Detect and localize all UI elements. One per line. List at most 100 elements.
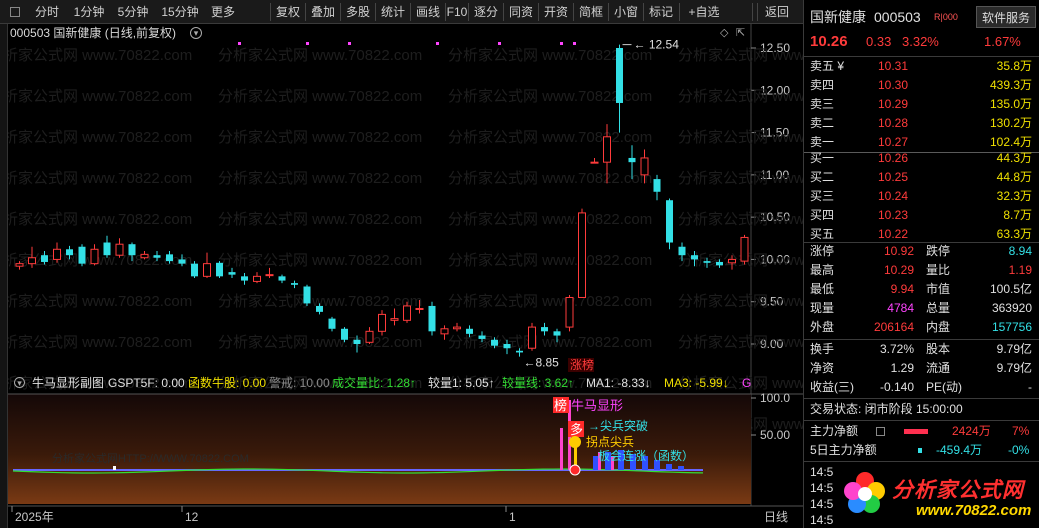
main-flow5-label: 5日主力净额: [810, 443, 877, 457]
time-axis-label: 1: [509, 510, 516, 524]
service-button[interactable]: 软件服务: [976, 6, 1036, 28]
asks-row[interactable]: 卖三 10.29 135.0万: [804, 95, 1039, 114]
toolbar-btn-6[interactable]: 逐分: [469, 0, 503, 24]
bids-row[interactable]: 买四 10.23 8.7万: [804, 206, 1039, 225]
asks-row[interactable]: 卖四 10.30 439.3万: [804, 76, 1039, 95]
watermark-text: 分析家公式网 www.70822.com: [448, 129, 652, 146]
toolbar-btn-12[interactable]: +自选: [680, 0, 728, 24]
bids-volume: 44.8万: [996, 170, 1032, 184]
ask-book: 卖五 ¥ 10.31 35.8万卖四 10.30 439.3万卖三 10.29 135.0万…: [804, 57, 1039, 152]
toolbar-btn-11[interactable]: 标记: [644, 0, 678, 24]
candle-body: [153, 255, 161, 258]
candle-body: [216, 262, 223, 277]
limit-up-badge: 涨榜: [570, 357, 594, 372]
asks-price: 10.30: [878, 78, 909, 92]
stat-value: 157756: [991, 320, 1032, 334]
toolbar-btn-13[interactable]: 返回: [758, 0, 796, 24]
tab-15min[interactable]: 15分钟: [154, 0, 206, 24]
asks-label: 卖五 ¥: [810, 59, 845, 73]
asks-volume: 439.3万: [989, 78, 1032, 92]
kline-chart-svg[interactable]: 12.5012.0011.5011.0010.5010.009.509.00分析…: [0, 24, 882, 528]
asks-label: 卖二: [810, 116, 835, 130]
checkbox-icon[interactable]: [876, 427, 885, 436]
tab-fenshi[interactable]: 分时: [28, 0, 66, 24]
watermark-text: 分析家公式网 www.70822.com: [678, 129, 803, 146]
stat-label: 外盘: [810, 320, 835, 334]
candle-body: [590, 161, 599, 164]
plus-circle-icon: [569, 464, 581, 476]
flow5-bar: [918, 448, 922, 453]
asks-row[interactable]: 卖二 10.28 130.2万: [804, 114, 1039, 133]
left-sidebar[interactable]: [0, 24, 8, 528]
stat-label: PE(动): [926, 380, 963, 394]
toolbar-btn-4[interactable]: 画线: [411, 0, 445, 24]
signal-dot: [348, 42, 351, 45]
menu-square-icon[interactable]: [10, 7, 20, 17]
tab-1min[interactable]: 1分钟: [66, 0, 112, 24]
watermark-text: 分析家公式网 www.70822.com: [8, 211, 192, 228]
watermark-text: 分析家公式网 www.70822.com: [448, 293, 652, 310]
toolbar-btn-3[interactable]: 统计: [376, 0, 410, 24]
candle-body: [453, 326, 461, 330]
time-axis-bg: [8, 506, 803, 528]
candle-body: [578, 212, 586, 298]
asks-label: 卖四: [810, 78, 835, 92]
more-button[interactable]: 更多: [206, 0, 240, 24]
candle-body: [428, 305, 436, 332]
stat-value: 8.94: [1008, 244, 1032, 258]
chevron-down-icon[interactable]: ▾: [190, 27, 202, 39]
stat-value: 10.29: [883, 263, 914, 277]
watermark-text: 分析家公式网 www.70822.com: [678, 334, 803, 351]
bids-row[interactable]: 买二 10.25 44.8万: [804, 168, 1039, 187]
main-flow-label: 主力净额: [810, 424, 859, 438]
candle-body: [678, 246, 686, 256]
indicator-menu-icon[interactable]: ▾: [14, 377, 25, 388]
toolbar-btn-9[interactable]: 简框: [574, 0, 608, 24]
expand-icon[interactable]: ⇱: [736, 26, 745, 39]
candle-body: [316, 305, 323, 312]
candle-body: [491, 339, 498, 346]
signal-spike: [560, 428, 563, 470]
tab-5min[interactable]: 5分钟: [112, 0, 154, 24]
jiandian-icon: [569, 436, 581, 448]
logo-flower-icon: [844, 472, 885, 513]
stat-label: 市值: [926, 282, 951, 296]
candle-body: [403, 305, 411, 321]
toolbar-btn-10[interactable]: 小窗: [609, 0, 643, 24]
volume-bar: [666, 464, 672, 470]
sub-axis-label: 100.0: [760, 391, 790, 405]
trade-status: 交易状态: 闭市阶段 15:00:00: [810, 402, 963, 416]
stat-value: 1.19: [1008, 263, 1032, 277]
watermark-text: 分析家公式网 www.70822.com: [678, 47, 803, 64]
stat-value: 9.94: [890, 282, 914, 296]
watermark-text: 分析家公式网 www.70822.com: [8, 334, 192, 351]
toolbar-btn-1[interactable]: 叠加: [306, 0, 340, 24]
kline-chart-area[interactable]: 12.50 12.00 11.50 11.00 10.50 10.00 9.50 9.00 分析…: [0, 24, 882, 528]
stat-value: -: [1028, 380, 1032, 394]
stat-value: -0.140: [879, 380, 914, 394]
bids-row[interactable]: 买一 10.26 44.3万: [804, 149, 1039, 168]
toolbar-btn-7[interactable]: 同资: [504, 0, 538, 24]
candle-body: [728, 258, 736, 264]
signal-dot: [560, 42, 563, 45]
watermark-text: 分析家公式网 www.70822.com: [218, 88, 422, 105]
watermark-text: 分析家公式网 www.70822.com: [218, 334, 422, 351]
bids-label: 买二: [810, 170, 835, 184]
quote-panel: 国新健康 000503 R|000 软件服务 10.26 0.33 3.32% …: [803, 0, 1039, 528]
bids-volume: 32.3万: [996, 189, 1032, 203]
bids-volume: 8.7万: [1003, 208, 1032, 222]
watermark-text: 分析家公式网 www.70822.com: [218, 170, 422, 187]
diamond-icon[interactable]: ◇: [720, 26, 728, 39]
toolbar-btn-5[interactable]: F10: [446, 0, 468, 24]
asks-row[interactable]: 卖五 ¥ 10.31 35.8万: [804, 57, 1039, 76]
candle-body: [691, 255, 698, 260]
toolbar-btn-8[interactable]: 开资: [539, 0, 573, 24]
candle-body: [28, 257, 36, 265]
bids-row[interactable]: 买三 10.24 32.3万: [804, 187, 1039, 206]
indicator-bar[interactable]: 牛马显形副图 GSPT5F: 0.00 函数牛股: 0.00 警戒: 10.00 成交量…: [8, 374, 758, 392]
stat-value: 10.92: [883, 244, 914, 258]
logo-text: 分析家公式网: [892, 479, 1024, 502]
toolbar-btn-0[interactable]: 复权: [271, 0, 305, 24]
toolbar-btn-2[interactable]: 多股: [341, 0, 375, 24]
watermark-text: 分析家公式网 www.70822.com: [8, 170, 192, 187]
